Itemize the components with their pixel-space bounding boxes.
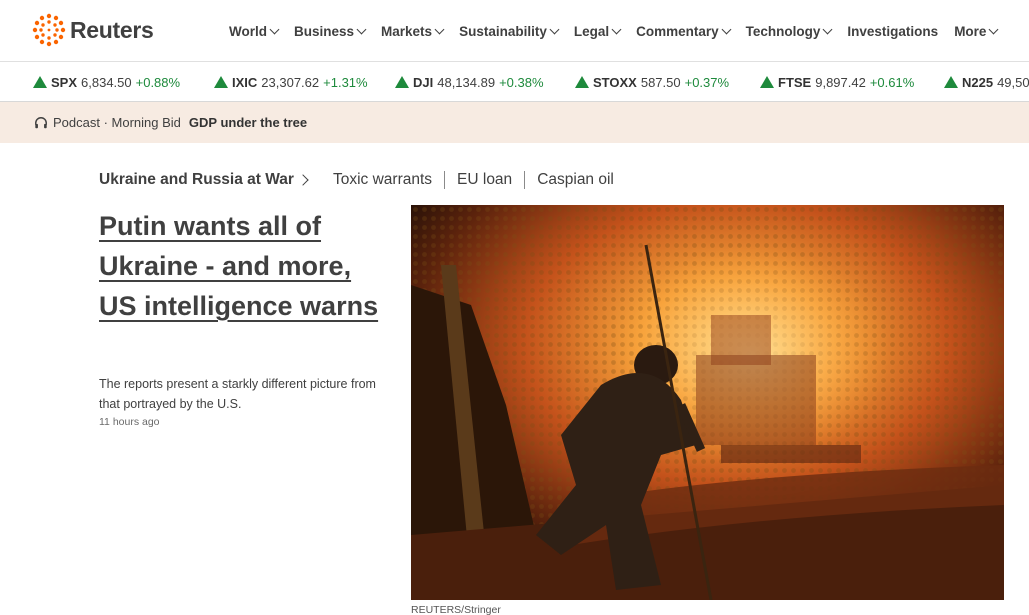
nav-label: World [229, 23, 267, 39]
ticker-change: +0.38% [499, 74, 544, 90]
nav-label: More [954, 23, 987, 39]
chevron-down-icon [989, 24, 999, 34]
market-ticker: SPX 6,834.50 +0.88% IXIC 23,307.62 +1.31… [0, 62, 1029, 102]
chevron-down-icon [822, 24, 833, 34]
ticker-symbol: N225 [962, 74, 994, 90]
story-timestamp: 11 hours ago [99, 416, 160, 428]
ticker-symbol: IXIC [232, 74, 258, 90]
nav-label: Investigations [847, 23, 939, 39]
main-nav: World Business Markets Sustainability Le… [229, 0, 1013, 62]
topic-main-label: Ukraine and Russia at War [99, 171, 294, 188]
story-headline[interactable]: Putin wants all of Ukraine - and more, U… [99, 206, 389, 326]
ticker-value: 23,307.62 [261, 74, 320, 90]
top-navigation: Reuters World Business Markets Sustainab… [0, 0, 1029, 62]
chevron-down-icon [549, 24, 560, 34]
chevron-down-icon [611, 24, 622, 34]
up-arrow-icon [575, 76, 589, 88]
image-credit: REUTERS/Stringer [411, 604, 501, 615]
ticker-item-ixic[interactable]: IXIC 23,307.62 +1.31% [214, 62, 368, 101]
topic-main-link[interactable]: Ukraine and Russia at War [99, 171, 333, 189]
ticker-value: 9,897.42 [815, 74, 866, 90]
nav-item-sustainability[interactable]: Sustainability [459, 23, 560, 39]
nav-item-business[interactable]: Business [294, 23, 367, 39]
nav-item-markets[interactable]: Markets [381, 23, 445, 39]
chevron-right-icon [297, 174, 309, 186]
ticker-item-dji[interactable]: DJI 48,134.89 +0.38% [395, 62, 544, 101]
ticker-item-n225[interactable]: N225 49,50 [944, 62, 1029, 101]
up-arrow-icon [33, 76, 47, 88]
up-arrow-icon [214, 76, 228, 88]
up-arrow-icon [395, 76, 409, 88]
reuters-logo[interactable]: Reuters [32, 13, 154, 47]
ticker-value: 48,134.89 [437, 74, 496, 90]
podcast-title[interactable]: GDP under the tree [189, 115, 307, 130]
ticker-change: +1.31% [323, 74, 368, 90]
nav-item-technology[interactable]: Technology [745, 23, 833, 39]
podcast-label: Podcast · Morning Bid [53, 115, 181, 130]
ticker-value: 587.50 [640, 74, 681, 90]
headphones-icon [35, 116, 47, 128]
ticker-change: +0.88% [135, 74, 181, 90]
nav-label: Markets [381, 23, 433, 39]
ticker-value: 49,50 [997, 74, 1029, 90]
ticker-symbol: DJI [413, 74, 434, 90]
nav-label: Legal [573, 23, 610, 39]
chevron-down-icon [721, 24, 732, 34]
podcast-bar[interactable]: Podcast · Morning Bid GDP under the tree [0, 102, 1029, 143]
topic-link-eu-loan[interactable]: EU loan [457, 171, 512, 189]
ticker-item-spx[interactable]: SPX 6,834.50 +0.88% [33, 62, 181, 101]
nav-label: Commentary [636, 23, 719, 39]
topic-row: Ukraine and Russia at War Toxic warrants… [99, 168, 614, 192]
nav-item-legal[interactable]: Legal [573, 23, 622, 39]
topic-link-toxic-warrants[interactable]: Toxic warrants [333, 171, 432, 189]
reuters-logo-icon [32, 13, 66, 47]
divider [524, 171, 526, 189]
ticker-item-stoxx[interactable]: STOXX 587.50 +0.37% [575, 62, 730, 101]
nav-item-commentary[interactable]: Commentary [636, 23, 732, 39]
ticker-symbol: SPX [51, 74, 78, 90]
nav-item-investigations[interactable]: Investigations [847, 24, 938, 39]
divider [444, 171, 446, 189]
topic-link-caspian-oil[interactable]: Caspian oil [537, 171, 614, 189]
nav-label: Technology [745, 23, 821, 39]
chevron-down-icon [356, 24, 367, 34]
up-arrow-icon [760, 76, 774, 88]
story-photo[interactable] [411, 205, 1004, 600]
chevron-down-icon [269, 24, 280, 34]
ticker-item-ftse[interactable]: FTSE 9,897.42 +0.61% [760, 62, 915, 101]
ticker-value: 6,834.50 [81, 74, 132, 90]
nav-label: Sustainability [459, 23, 547, 39]
story-photo-image [411, 205, 1004, 600]
nav-item-world[interactable]: World [229, 23, 280, 39]
chevron-down-icon [434, 24, 445, 34]
ticker-symbol: FTSE [778, 74, 812, 90]
brand-name: Reuters [70, 16, 154, 43]
nav-label: Business [294, 23, 355, 39]
up-arrow-icon [944, 76, 958, 88]
ticker-symbol: STOXX [593, 74, 637, 90]
nav-item-more[interactable]: More [954, 23, 999, 39]
ticker-change: +0.61% [869, 74, 915, 90]
ticker-change: +0.37% [684, 74, 730, 90]
story-summary: The reports present a starkly different … [99, 377, 376, 411]
